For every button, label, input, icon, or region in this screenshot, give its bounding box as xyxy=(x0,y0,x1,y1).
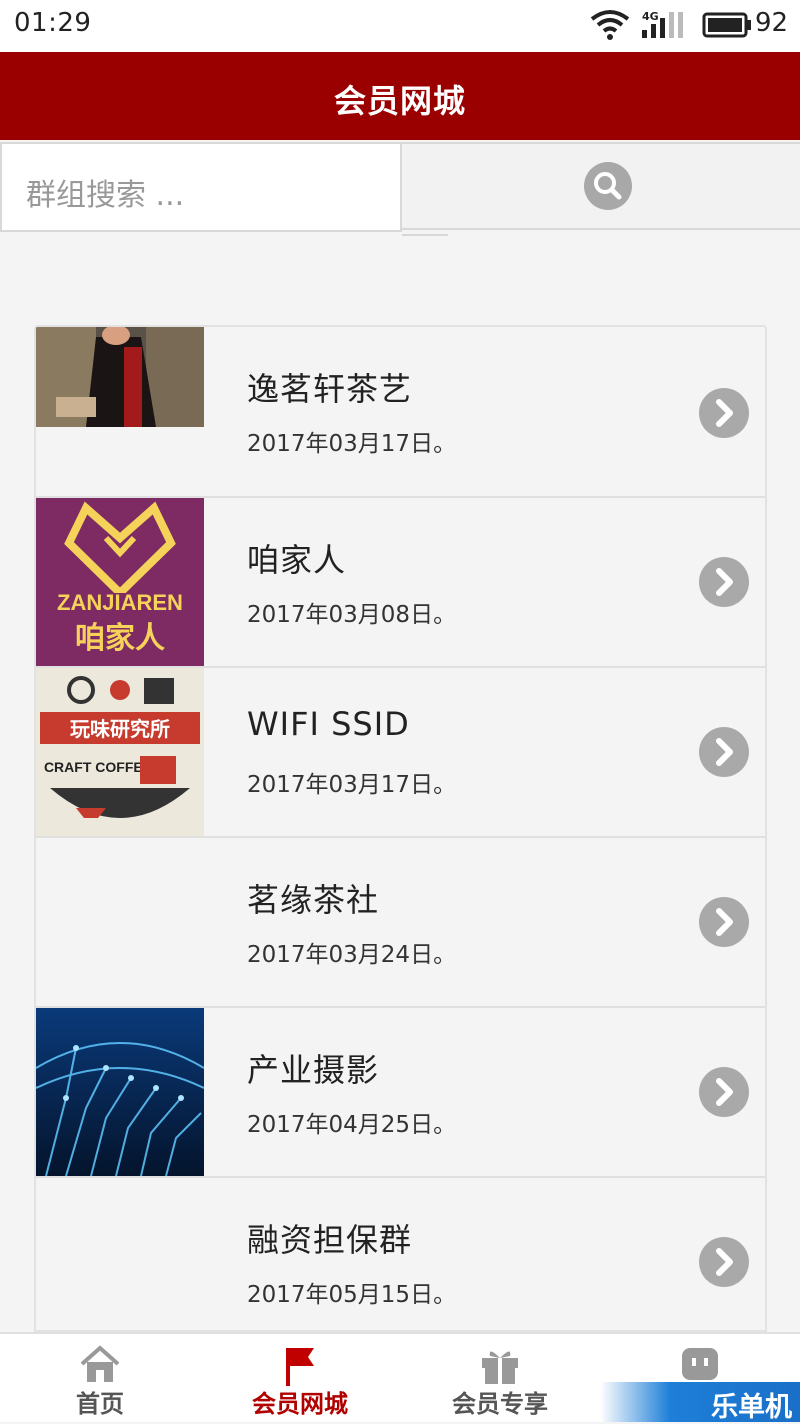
group-date: 2017年03月17日。 xyxy=(247,431,457,457)
search-button[interactable] xyxy=(400,142,800,230)
group-date: 2017年05月15日。 xyxy=(247,1282,457,1308)
group-thumbnail: ZANJIAREN 咱家人 xyxy=(36,498,204,666)
chevron-right-icon[interactable] xyxy=(699,897,749,947)
group-name: WIFI SSID xyxy=(247,705,410,743)
chevron-right-icon[interactable] xyxy=(699,557,749,607)
watermark-text: 乐单机 xyxy=(711,1392,792,1423)
flag-icon xyxy=(286,1348,314,1386)
person-icon xyxy=(682,1348,718,1380)
signal-icon xyxy=(642,12,683,38)
group-date: 2017年03月08日。 xyxy=(247,602,457,628)
battery-level: 92 xyxy=(755,8,789,38)
group-name: 逸茗轩茶艺 xyxy=(247,370,413,408)
group-date: 2017年04月25日。 xyxy=(247,1112,457,1138)
tab-home[interactable]: 首页 xyxy=(0,1334,200,1424)
group-date: 2017年03月17日。 xyxy=(247,772,457,798)
list-item[interactable]: 产业摄影 2017年04月25日。 xyxy=(36,1008,765,1178)
group-name: 咱家人 xyxy=(247,541,347,579)
thumb-logo-text-cn: 咱家人 xyxy=(75,621,165,656)
search-icon xyxy=(584,162,632,210)
group-list: 逸茗轩茶艺 2017年03月17日。 ZANJIAREN 咱家人 咱家人 201… xyxy=(34,325,767,1332)
group-date: 2017年03月24日。 xyxy=(247,942,457,968)
group-name: 茗缘茶社 xyxy=(247,881,380,919)
watermark-badge: 乐单机 xyxy=(600,1382,800,1423)
list-item[interactable]: 茗缘茶社 2017年03月24日。 xyxy=(36,838,765,1008)
thumb-logo-text-en: CRAFT COFFEE xyxy=(44,759,152,775)
list-item[interactable]: 玩味研究所 CRAFT COFFEE WIFI SSID 2017年03月17日… xyxy=(36,668,765,838)
list-item[interactable]: 逸茗轩茶艺 2017年03月17日。 xyxy=(36,327,765,498)
chevron-right-icon[interactable] xyxy=(699,388,749,438)
chevron-right-icon[interactable] xyxy=(699,1237,749,1287)
group-thumbnail xyxy=(36,327,204,427)
group-name: 融资担保群 xyxy=(247,1221,413,1259)
gift-icon xyxy=(482,1351,518,1384)
wifi-icon xyxy=(590,10,630,40)
chevron-right-icon[interactable] xyxy=(699,1067,749,1117)
page-title: 会员网城 xyxy=(333,82,466,120)
search-input[interactable]: 群组搜索 ... xyxy=(0,142,402,232)
home-icon xyxy=(80,1345,120,1382)
tab-label: 首页 xyxy=(76,1390,124,1418)
status-time: 01:29 xyxy=(14,8,92,38)
tab-member-city[interactable]: 会员网城 xyxy=(200,1334,400,1424)
tab-label: 会员网城 xyxy=(252,1390,348,1418)
thumb-logo-text: ZANJIAREN xyxy=(57,590,183,615)
thumb-logo-text: 玩味研究所 xyxy=(70,717,170,741)
group-thumbnail xyxy=(36,1008,204,1176)
chevron-right-icon[interactable] xyxy=(699,727,749,777)
app-header: 会员网城 xyxy=(0,52,800,140)
group-thumbnail: 玩味研究所 CRAFT COFFEE xyxy=(36,668,204,836)
battery-icon xyxy=(702,12,751,38)
list-item[interactable]: 融资担保群 2017年05月15日。 xyxy=(36,1178,765,1330)
tab-member-exclusive[interactable]: 会员专享 xyxy=(400,1334,600,1424)
search-bar: 群组搜索 ... xyxy=(0,140,800,236)
list-item[interactable]: ZANJIAREN 咱家人 咱家人 2017年03月08日。 xyxy=(36,498,765,668)
group-name: 产业摄影 xyxy=(247,1051,380,1089)
status-bar: 01:29 4G 92 xyxy=(0,0,800,52)
tab-label: 会员专享 xyxy=(452,1390,548,1418)
